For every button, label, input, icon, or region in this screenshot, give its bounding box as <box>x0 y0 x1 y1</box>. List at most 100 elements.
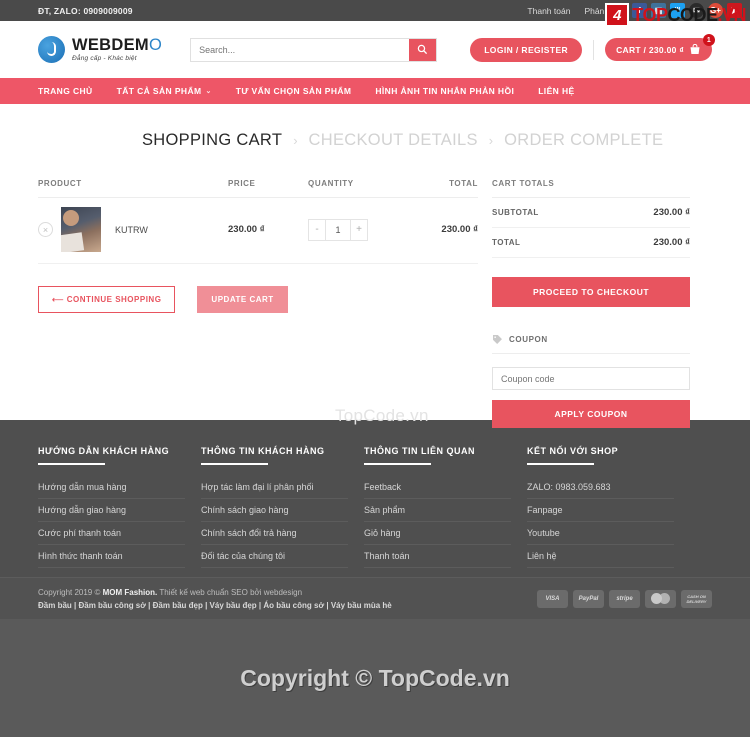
cart-count-badge: 1 <box>703 34 715 46</box>
footer-title-rule <box>527 463 594 465</box>
coupon-code-input[interactable] <box>492 367 690 390</box>
coupon-title-label: COUPON <box>509 335 548 344</box>
list-item[interactable]: Đối tác của chúng tôi <box>201 545 348 568</box>
cart-icon <box>690 44 700 54</box>
list-item[interactable]: Sản phẩm <box>364 499 511 522</box>
quantity-increase-button[interactable]: + <box>351 219 367 240</box>
search-input[interactable] <box>191 38 410 61</box>
checkout-steps: SHOPPING CART › CHECKOUT DETAILS › ORDER… <box>38 104 712 150</box>
topcode-top-text: TOP <box>632 4 668 25</box>
topcode-watermark-logo: 4 TOPCODE.VN <box>605 3 746 27</box>
product-price: 230.00 ₫ <box>228 224 265 235</box>
nav-label-feedback-images: HÌNH ẢNH TIN NHẮN PHẢN HỒI <box>375 86 515 96</box>
product-thumbnail[interactable] <box>61 207 101 252</box>
quantity-stepper[interactable]: - 1 + <box>308 218 368 241</box>
footer-columns: HƯỚNG DẪN KHÁCH HÀNG Hướng dẫn mua hàng … <box>38 446 712 568</box>
list-item[interactable]: Cước phí thanh toán <box>38 522 185 545</box>
footer-column-customer-info: THÔNG TIN KHÁCH HÀNG Hợp tác làm đại lí … <box>201 446 364 568</box>
list-item[interactable]: Hướng dẫn giao hàng <box>38 499 185 522</box>
footer-column-title: THÔNG TIN KHÁCH HÀNG <box>201 446 325 456</box>
cart-button[interactable]: CART / 230.00 ₫ 1 <box>605 34 715 61</box>
site-footer: HƯỚNG DẪN KHÁCH HÀNG Hướng dẫn mua hàng … <box>0 420 750 577</box>
nav-item-home[interactable]: TRANG CHỦ <box>38 86 93 96</box>
footer-link-list: Feetback Sản phẩm Giỏ hàng Thanh toán <box>364 476 527 568</box>
cart-totals-title: CART TOTALS <box>492 179 690 198</box>
footer-title-rule <box>38 463 105 465</box>
list-item[interactable]: Chính sách giao hàng <box>201 499 348 522</box>
product-line-total: 230.00 ₫ <box>441 224 478 235</box>
footer-column-title: THÔNG TIN LIÊN QUAN <box>364 446 475 456</box>
step-separator-2: › <box>488 133 494 148</box>
cart-totals-total-row: TOTAL 230.00 ₫ <box>492 228 690 258</box>
continue-shopping-button[interactable]: ⟵ CONTINUE SHOPPING <box>38 286 176 313</box>
nav-item-all-products[interactable]: TẤT CẢ SẢN PHẨM ⌄ <box>117 86 212 96</box>
footer-column-related-info: THÔNG TIN LIÊN QUAN Feetback Sản phẩm Gi… <box>364 446 527 568</box>
logo-name-o: O <box>148 36 163 54</box>
step-checkout-details[interactable]: CHECKOUT DETAILS <box>309 131 478 150</box>
bottom-watermark: Copyright © TopCode.vn <box>0 619 750 737</box>
nav-label-home: TRANG CHỦ <box>38 86 93 96</box>
topbar-link-payment[interactable]: Thanh toán <box>527 6 570 16</box>
nav-item-feedback-images[interactable]: HÌNH ẢNH TIN NHẮN PHẢN HỒI <box>375 86 514 96</box>
step-order-complete[interactable]: ORDER COMPLETE <box>504 131 663 150</box>
stripe-icon: stripe <box>609 589 640 608</box>
cash-on-delivery-icon: CASH ON DELIVERY <box>681 589 712 608</box>
footer-column-title: KẾT NỐI VỚI SHOP <box>527 446 619 456</box>
list-item[interactable]: Liên hệ <box>527 545 674 568</box>
footer-tag-links[interactable]: Đầm bầu | Đầm bầu công sở | Đầm bầu đẹp … <box>38 601 392 610</box>
product-name[interactable]: KUTRW <box>115 225 228 235</box>
list-item[interactable]: ZALO: 0983.059.683 <box>527 476 674 499</box>
copyright-bar: Copyright 2019 © MOM Fashion. Thiết kế w… <box>0 577 750 619</box>
nav-label-advice: TƯ VẤN CHỌN SẢN PHẨM <box>235 86 352 96</box>
quantity-cell: - 1 + <box>308 218 406 241</box>
paypal-icon: PayPal <box>573 589 604 608</box>
table-row: × KUTRW 230.00 ₫ - 1 + 230.00 ₫ <box>38 198 478 264</box>
login-register-button[interactable]: LOGIN / REGISTER <box>470 37 583 62</box>
search-box[interactable] <box>190 37 438 62</box>
apply-coupon-button[interactable]: APPLY COUPON <box>492 400 690 428</box>
copyright-brand: MOM Fashion. <box>102 587 158 597</box>
site-header: WEBDEMO Đẳng cấp - Khác biệt LOGIN / REG… <box>0 21 750 78</box>
topcode-vn-text: .VN <box>717 4 746 25</box>
header-divider <box>593 39 595 60</box>
list-item[interactable]: Youtube <box>527 522 674 545</box>
footer-column-connect: KẾT NỐI VỚI SHOP ZALO: 0983.059.683 Fanp… <box>527 446 690 568</box>
coupon-section-title: COUPON <box>492 334 690 354</box>
site-logo[interactable]: WEBDEMO Đẳng cấp - Khác biệt <box>38 36 162 63</box>
column-header-product: PRODUCT <box>38 179 82 188</box>
payment-methods: VISA PayPal stripe CASH ON DELIVERY <box>537 589 712 608</box>
nav-item-advice[interactable]: TƯ VẤN CHỌN SẢN PHẨM <box>236 86 352 96</box>
column-header-quantity: QUANTITY <box>308 179 354 188</box>
chevron-down-icon: ⌄ <box>205 88 212 95</box>
list-item[interactable]: Hướng dẫn mua hàng <box>38 476 185 499</box>
list-item[interactable]: Hợp tác làm đại lí phân phối <box>201 476 348 499</box>
total-value: 230.00 ₫ <box>653 237 690 248</box>
visa-icon: VISA <box>537 589 568 608</box>
search-icon <box>417 44 428 55</box>
cart-table-header: PRODUCT PRICE QUANTITY TOTAL <box>38 179 478 198</box>
nav-item-contact[interactable]: LIÊN HỆ <box>538 86 574 96</box>
footer-title-rule <box>364 463 431 465</box>
cart-page: SHOPPING CART › CHECKOUT DETAILS › ORDER… <box>0 104 750 428</box>
quantity-value[interactable]: 1 <box>325 219 351 240</box>
list-item[interactable]: Feetback <box>364 476 511 499</box>
list-item[interactable]: Thanh toán <box>364 545 511 568</box>
logo-name: WEBDEMO <box>72 37 162 54</box>
list-item[interactable]: Hình thức thanh toán <box>38 545 185 568</box>
header-actions: LOGIN / REGISTER CART / 230.00 ₫ 1 <box>470 34 715 62</box>
proceed-to-checkout-button[interactable]: PROCEED TO CHECKOUT <box>492 277 690 307</box>
quantity-decrease-button[interactable]: - <box>309 219 325 240</box>
footer-column-title: HƯỚNG DẪN KHÁCH HÀNG <box>38 446 170 456</box>
update-cart-button[interactable]: UPDATE CART <box>197 286 288 313</box>
footer-column-customer-guide: HƯỚNG DẪN KHÁCH HÀNG Hướng dẫn mua hàng … <box>38 446 201 568</box>
list-item[interactable]: Fanpage <box>527 499 674 522</box>
list-item[interactable]: Chính sách đổi trả hàng <box>201 522 348 545</box>
subtotal-label: SUBTOTAL <box>492 208 539 217</box>
remove-item-button[interactable]: × <box>38 222 53 237</box>
list-item[interactable]: Giỏ hàng <box>364 522 511 545</box>
cart-totals-subtotal-row: SUBTOTAL 230.00 ₫ <box>492 198 690 228</box>
search-button[interactable] <box>409 38 437 61</box>
topbar-phone: ĐT, ZALO: 0909009009 <box>38 5 133 16</box>
bottom-watermark-text: Copyright © TopCode.vn <box>240 664 510 691</box>
tag-icon <box>493 335 502 344</box>
